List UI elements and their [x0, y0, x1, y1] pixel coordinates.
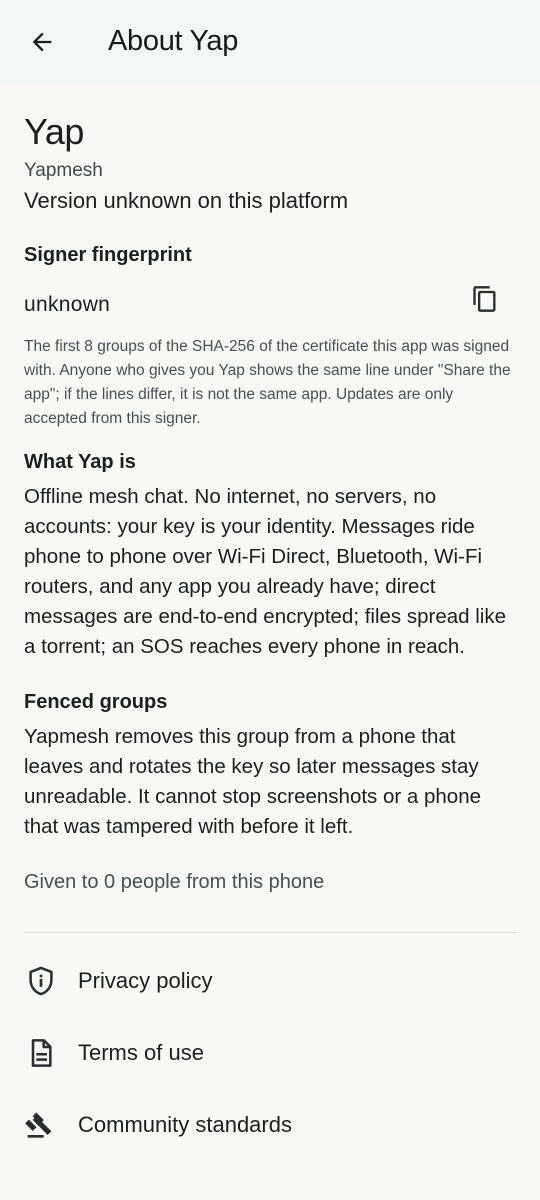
- terms-of-use-label: Terms of use: [78, 1040, 204, 1065]
- fingerprint-help-text: The first 8 groups of the SHA-256 of the…: [24, 338, 511, 427]
- app-bar: About Yap: [0, 0, 540, 86]
- arrow-back-icon: [32, 32, 52, 52]
- legal-links: Privacy policy Terms of use Community st…: [24, 945, 516, 1161]
- privacy-policy-link[interactable]: Privacy policy: [24, 945, 516, 1017]
- what-yap-is-text: Offline mesh chat. No internet, no serve…: [24, 485, 507, 658]
- given-count-text: Given to 0 people from this phone: [24, 871, 325, 893]
- version-text: Version unknown on this platform: [24, 188, 349, 213]
- gavel-icon: [24, 1108, 58, 1142]
- divider: [24, 932, 516, 933]
- copy-fingerprint-button[interactable]: [468, 282, 502, 316]
- copy-icon: [473, 286, 496, 312]
- back-button[interactable]: [22, 22, 62, 62]
- page-title: About Yap: [108, 25, 239, 57]
- document-icon: [24, 1036, 58, 1070]
- signer-fingerprint-heading: Signer fingerprint: [24, 244, 192, 266]
- terms-of-use-link[interactable]: Terms of use: [24, 1017, 516, 1089]
- app-name: Yap: [24, 111, 84, 152]
- community-standards-label: Community standards: [78, 1112, 292, 1137]
- fenced-groups-heading: Fenced groups: [24, 691, 168, 713]
- community-standards-link[interactable]: Community standards: [24, 1089, 516, 1161]
- shield-info-icon: [24, 964, 58, 998]
- privacy-policy-label: Privacy policy: [78, 968, 213, 993]
- fingerprint-value: unknown: [24, 293, 111, 316]
- fingerprint-row: unknown: [24, 286, 516, 320]
- about-content: Yap Yapmesh Version unknown on this plat…: [0, 112, 540, 1161]
- what-yap-is-heading: What Yap is: [24, 451, 136, 473]
- publisher-name: Yapmesh: [24, 160, 103, 181]
- fenced-groups-text: Yapmesh removes this group from a phone …: [24, 725, 482, 838]
